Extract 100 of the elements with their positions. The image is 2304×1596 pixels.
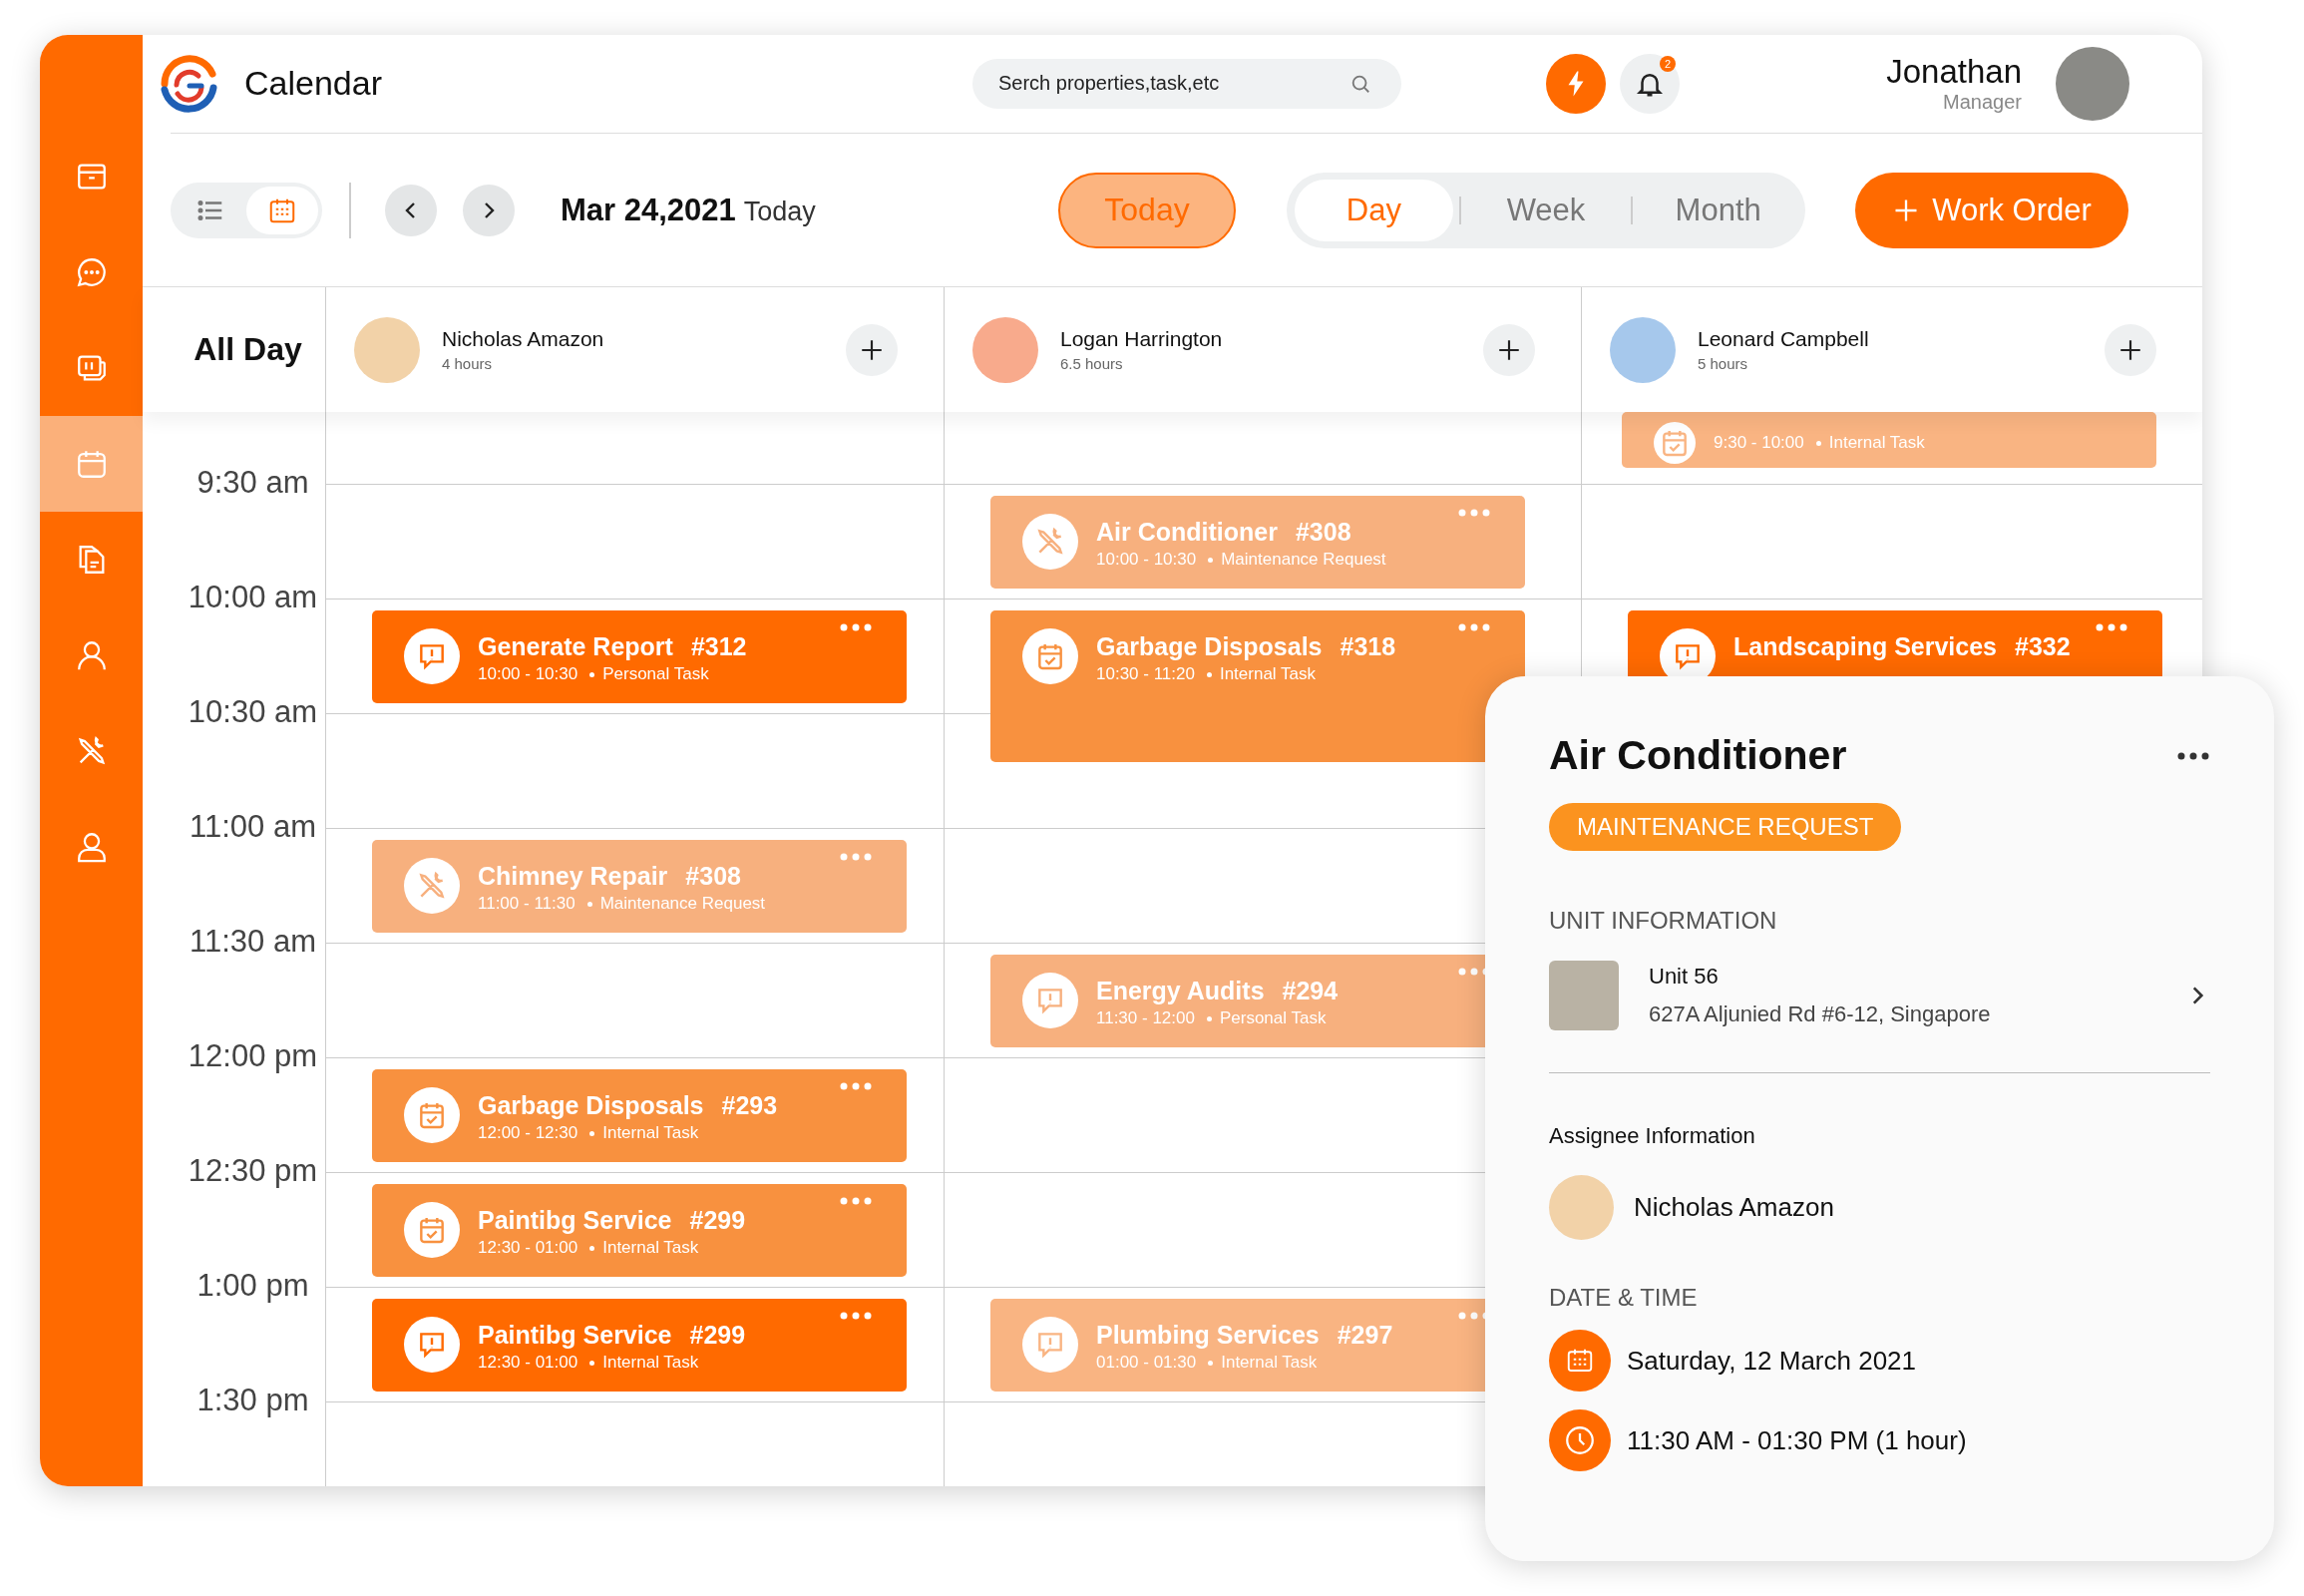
tools-icon <box>416 870 448 902</box>
event-date: Saturday, 12 March 2021 <box>1627 1345 1917 1377</box>
tools-icon <box>1034 526 1066 558</box>
work-order-button[interactable]: Work Order <box>1855 172 2128 248</box>
event-number: #308 <box>1295 518 1351 547</box>
assignee-name: Nicholas Amazon <box>442 327 605 352</box>
event-card[interactable]: Paintibg Service #299 12:30 - 01:00 Internal Task <box>372 1184 907 1277</box>
more-icon <box>2176 750 2210 761</box>
type-badge: MAINTENANCE REQUEST <box>1549 803 1902 851</box>
sidebar-calendar-button[interactable] <box>40 416 143 512</box>
search-field[interactable]: Serch properties,task,etc <box>972 58 1401 109</box>
more-icon <box>839 622 873 632</box>
event-time: 12:30 - 01:00 <box>478 1353 578 1373</box>
event-number: #297 <box>1337 1321 1393 1350</box>
calendar-view-button[interactable] <box>246 186 318 234</box>
event-time: 10:00 - 10:30 <box>1096 550 1197 570</box>
event-type: Internal Task <box>602 1238 699 1258</box>
event-card[interactable]: Paintibg Service #299 12:30 - 01:00 Internal Task <box>372 1299 907 1392</box>
user-role: Manager <box>1943 91 2022 115</box>
current-date: Mar 24,2021 <box>561 192 736 228</box>
event-type: Maintenance Request <box>599 894 766 914</box>
event-time: 10:00 - 10:30 <box>478 664 578 684</box>
event-number: #308 <box>685 862 741 891</box>
previous-button[interactable] <box>385 184 437 236</box>
event-number: #294 <box>1282 977 1339 1005</box>
event-title: Air Conditioner <box>1096 518 1278 547</box>
time-label: 12:00 pm <box>187 1038 318 1074</box>
assignee-name: Logan Harrington <box>1060 327 1224 352</box>
event-card[interactable]: 9:30 - 10:00 Internal Task <box>1622 412 2156 468</box>
assignee-name: Nicholas Amazon <box>1634 1192 1834 1223</box>
event-type: Internal Task <box>1221 1353 1318 1373</box>
event-card[interactable]: Air Conditioner #308 10:00 - 10:30 Maintenance Request <box>990 496 1525 589</box>
event-title: Generate Report <box>478 632 673 661</box>
event-card[interactable]: Garbage Disposals #293 12:00 - 12:30 Internal Task <box>372 1069 907 1162</box>
event-type: Maintenance Request <box>1221 550 1386 570</box>
event-number: #299 <box>689 1206 746 1235</box>
more-icon <box>839 852 873 862</box>
event-card[interactable]: Generate Report #312 10:00 - 10:30 Personal Task <box>372 610 907 703</box>
event-title: Paintibg Service <box>478 1321 672 1350</box>
event-time: 11:30 - 12:00 <box>1096 1008 1195 1028</box>
event-time: 12:00 - 12:30 <box>478 1123 578 1143</box>
notification-button[interactable]: 2 <box>1620 53 1680 114</box>
range-tab[interactable]: Day <box>1295 179 1453 241</box>
today-button[interactable]: Today <box>1058 172 1236 248</box>
event-number: #318 <box>1340 632 1396 661</box>
notification-badge: 2 <box>1660 55 1676 72</box>
assignee-hours: 6.5 hours <box>1060 355 1124 373</box>
range-tab[interactable]: Week <box>1466 179 1626 241</box>
event-title: Landscaping Services <box>1733 632 1997 661</box>
time-label: 10:30 am <box>187 694 318 730</box>
next-button[interactable] <box>463 184 515 236</box>
assignee-name: Leonard Campbell <box>1698 327 1870 352</box>
more-icon <box>1457 622 1491 632</box>
event-card[interactable]: Chimney Repair #308 11:00 - 11:30 Maintenance Request <box>372 840 907 933</box>
unit-address: 627A Aljunied Rd #6-12, Singapore <box>1649 1001 1992 1027</box>
event-number: #312 <box>690 632 747 661</box>
time-label: 12:30 pm <box>187 1153 318 1189</box>
detail-title: Air Conditioner <box>1549 732 1847 779</box>
event-type: Personal Task <box>602 664 709 684</box>
more-icon <box>2095 622 2128 632</box>
section-heading: Assignee Information <box>1549 1123 1755 1149</box>
event-type: Internal Task <box>1828 433 1925 453</box>
event-type: Internal Task <box>602 1353 699 1373</box>
page-title: Calendar <box>244 64 382 104</box>
event-number: #299 <box>689 1321 746 1350</box>
more-icon <box>839 1196 873 1206</box>
event-title: Energy Audits <box>1096 977 1265 1005</box>
event-time: 11:00 - 11:30 <box>478 894 576 914</box>
more-button[interactable] <box>2176 750 2210 761</box>
photo-placeholder <box>1549 961 1619 1030</box>
user-name: Jonathan <box>1886 53 2022 92</box>
assignee-hours: 5 hours <box>1698 355 1749 373</box>
event-number: #332 <box>2015 632 2071 661</box>
time-label: 1:30 pm <box>195 1383 309 1418</box>
more-icon <box>839 1311 873 1321</box>
all-day-label: All Day <box>193 331 302 369</box>
event-title: Plumbing Services <box>1096 1321 1320 1350</box>
event-number: #293 <box>721 1091 778 1120</box>
event-title: Garbage Disposals <box>1096 632 1323 661</box>
event-time: 9:30 - 10:00 <box>1714 433 1804 453</box>
more-icon <box>1457 508 1491 518</box>
event-title: Paintibg Service <box>478 1206 672 1235</box>
assignee-hours: 4 hours <box>442 355 494 373</box>
event-time: 10:30 - 11:20 <box>1096 664 1195 684</box>
section-heading: UNIT INFORMATION <box>1549 907 1777 935</box>
section-heading: DATE & TIME <box>1549 1284 1698 1312</box>
time-label: 11:00 am <box>189 809 316 845</box>
time-label: 1:00 pm <box>195 1268 309 1304</box>
event-type: Internal Task <box>602 1123 699 1143</box>
time-label: 10:00 am <box>187 580 318 615</box>
time-label: 9:30 am <box>195 465 309 501</box>
event-card[interactable]: Garbage Disposals #318 10:30 - 11:20 Internal Task <box>990 610 1525 762</box>
time-label: 11:30 am <box>189 924 316 960</box>
unit-name: Unit 56 <box>1649 964 1720 990</box>
event-title: Garbage Disposals <box>478 1091 704 1120</box>
event-type: Personal Task <box>1219 1008 1327 1028</box>
event-type: Internal Task <box>1219 664 1316 684</box>
event-time: 01:00 - 01:30 <box>1096 1353 1197 1373</box>
more-icon <box>839 1081 873 1091</box>
range-tab[interactable]: Month <box>1639 179 1797 241</box>
